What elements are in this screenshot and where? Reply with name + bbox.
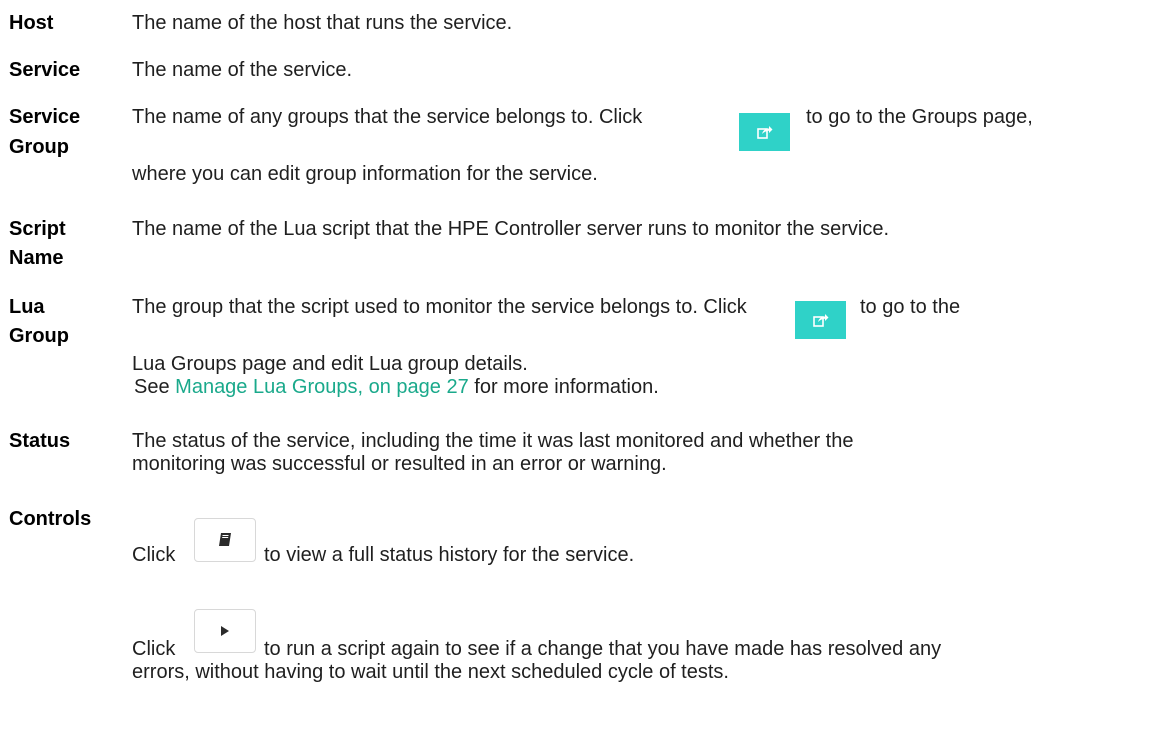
desc-status-line1: The status of the service, including the… xyxy=(132,430,854,452)
run-click: Click xyxy=(132,638,176,660)
run-desc: to run a script again to see if a change… xyxy=(264,638,942,660)
term-service: Service xyxy=(9,59,81,81)
play-icon xyxy=(221,626,229,636)
term-lua-group-1: Lua xyxy=(9,296,45,318)
desc-host: The name of the host that runs the servi… xyxy=(132,12,513,34)
lua-groups-link-button[interactable] xyxy=(795,301,846,339)
desc-lua-group-see: See Manage Lua Groups, on page 27 for mo… xyxy=(134,375,659,399)
manage-lua-groups-link[interactable]: Manage Lua Groups, on page 27 xyxy=(175,376,469,398)
desc-service-group-after: to go to the Groups page, xyxy=(806,106,1033,128)
desc-lua-group-after: to go to the xyxy=(860,296,961,318)
book-icon xyxy=(219,533,231,546)
desc-service-group-before: The name of any groups that the service … xyxy=(132,106,643,128)
see-prefix: See xyxy=(134,376,170,398)
desc-lua-group-line2: Lua Groups page and edit Lua group detai… xyxy=(132,353,528,375)
desc-script-name: The name of the Lua script that the HPE … xyxy=(132,218,890,240)
external-link-icon xyxy=(812,314,828,327)
term-controls: Controls xyxy=(9,508,92,530)
see-suffix: for more information. xyxy=(474,376,659,398)
history-click: Click xyxy=(132,544,176,566)
term-status: Status xyxy=(9,430,71,452)
run-desc-line2: errors, without having to wait until the… xyxy=(132,661,729,683)
desc-status-line2: monitoring was successful or resulted in… xyxy=(132,453,667,475)
external-link-icon xyxy=(756,126,772,139)
term-service-group-2: Group xyxy=(9,136,69,158)
history-desc: to view a full status history for the se… xyxy=(264,544,635,566)
term-script-name-1: Script xyxy=(9,218,66,240)
desc-lua-group-before: The group that the script used to monito… xyxy=(132,296,747,318)
term-script-name-2: Name xyxy=(9,247,64,269)
term-service-group-1: Service xyxy=(9,106,81,128)
desc-service: The name of the service. xyxy=(132,59,353,81)
term-host: Host xyxy=(9,12,54,34)
desc-service-group-line2: where you can edit group information for… xyxy=(132,163,598,185)
status-history-button[interactable] xyxy=(194,518,256,562)
groups-link-button[interactable] xyxy=(739,113,790,151)
run-script-button[interactable] xyxy=(194,609,256,653)
term-lua-group-2: Group xyxy=(9,325,69,347)
